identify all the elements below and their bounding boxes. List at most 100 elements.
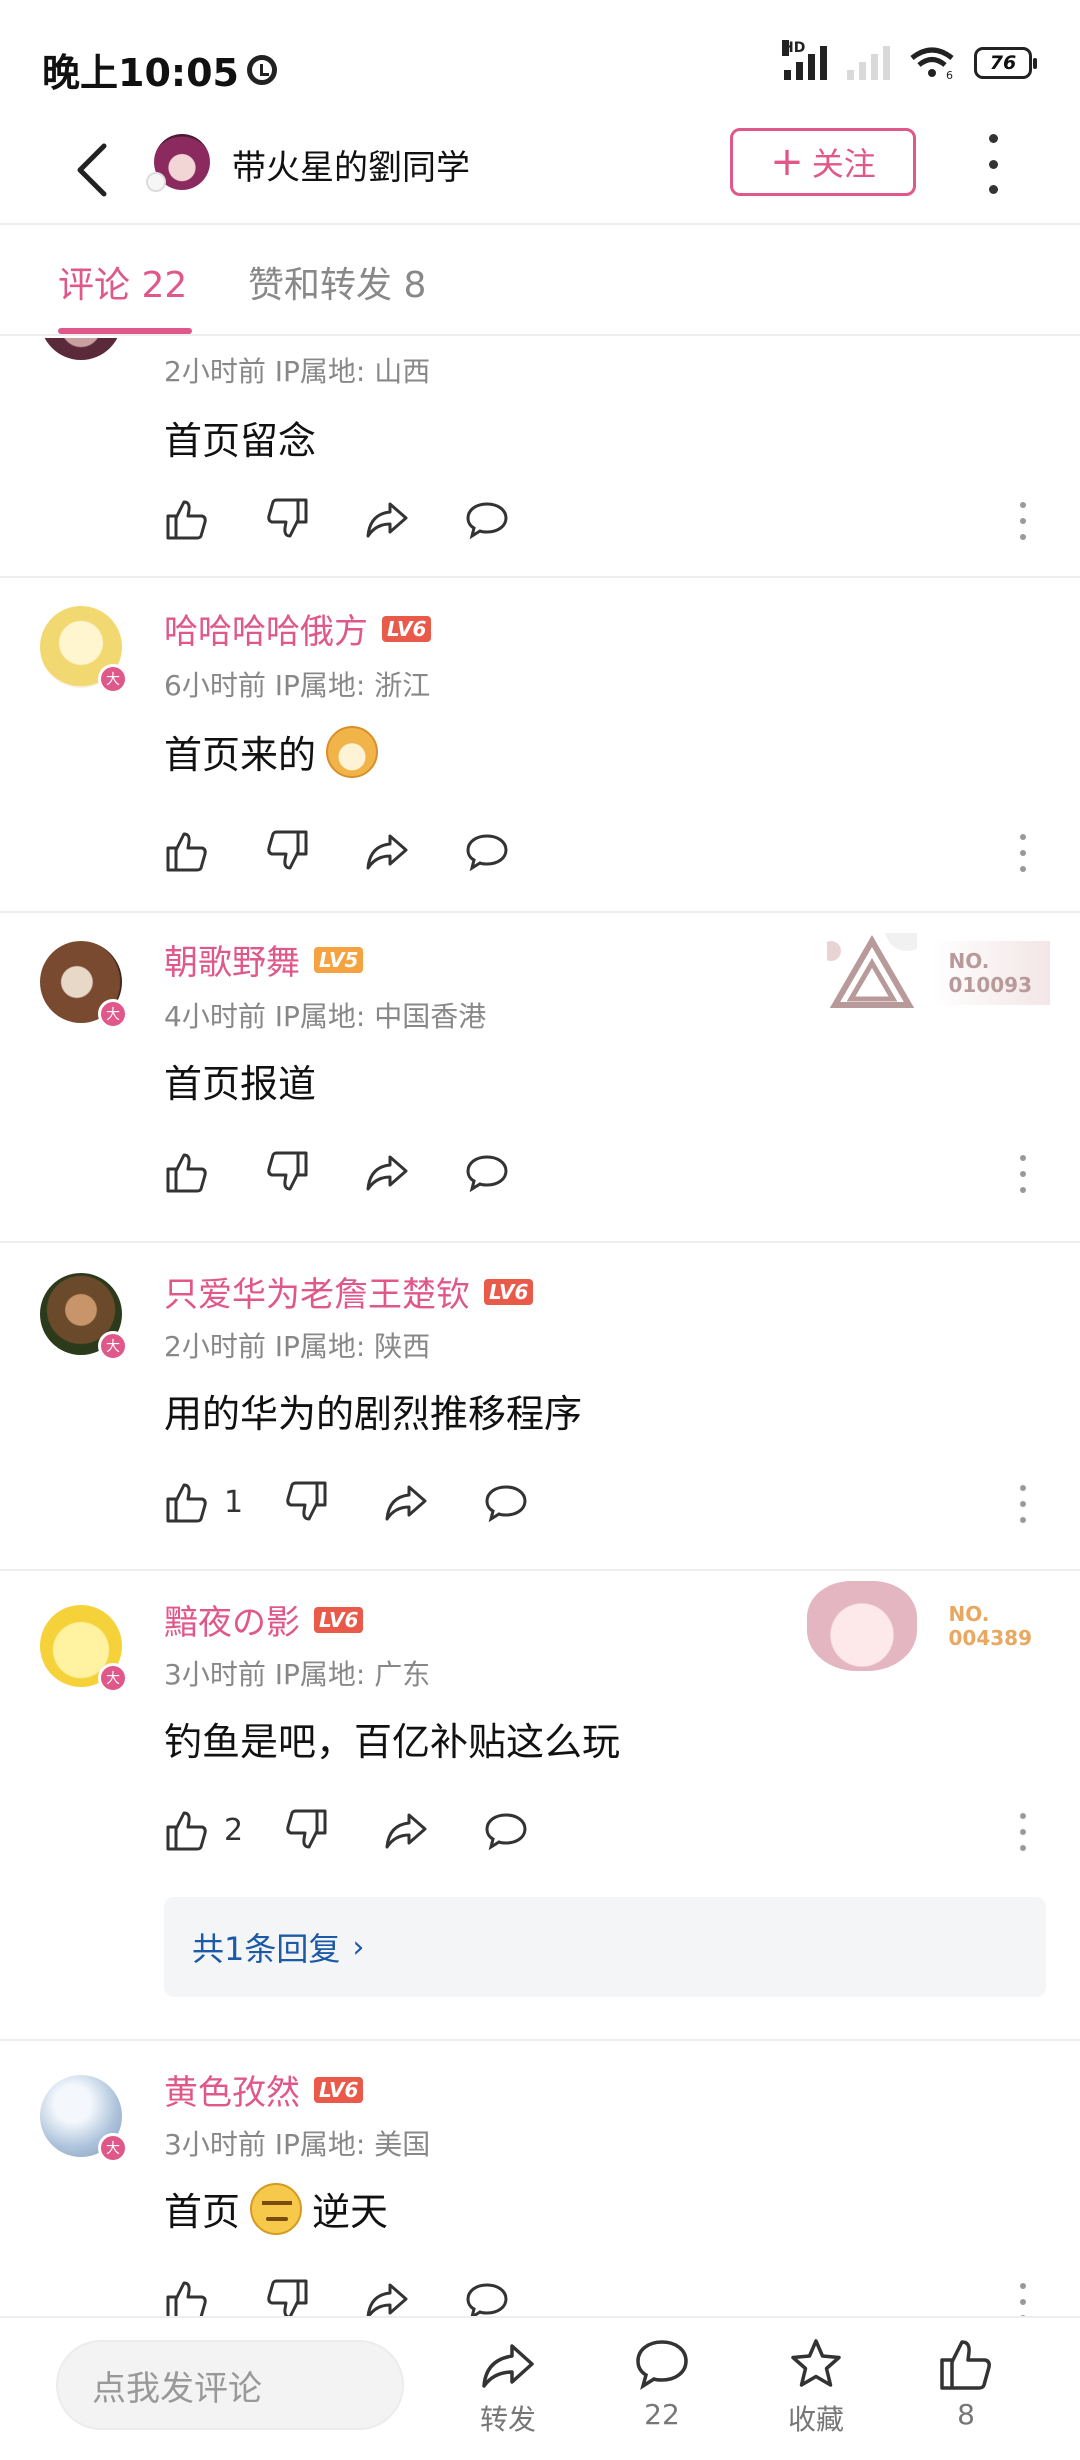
tab-likes-reposts[interactable]: 赞和转发 8 [248,256,426,308]
comment-meta: 2小时前 IP属地: 陕西 [164,1330,431,1363]
avatar-badge: 大 [98,1663,128,1693]
reply-icon[interactable] [483,1479,529,1525]
thumbs-down-icon[interactable] [264,828,310,874]
active-tab-indicator [58,328,192,334]
comment-more-icon[interactable] [1018,1485,1028,1523]
cell-signal-2-icon [847,46,890,80]
thumbs-down-icon[interactable] [283,1807,329,1853]
share-icon[interactable] [364,496,410,542]
view-replies-button[interactable]: 共1条回复 › [164,1897,1046,1997]
bottom-action-bar: 点我发评论 转发 22 收藏 8 [0,2316,1080,2460]
comment-button[interactable]: 22 [602,2334,722,2431]
avatar[interactable]: 大 [40,606,128,694]
level-badge: LV6 [314,2076,364,2103]
comment-more-icon[interactable] [1018,2283,1028,2316]
thumbs-up-icon[interactable] [164,1479,210,1525]
share-icon[interactable] [364,2277,410,2316]
triangle-logo-icon [826,933,917,1008]
thumbs-up-icon[interactable] [164,828,210,874]
battery-icon: 76 [974,47,1037,79]
comment-meta: 4小时前 IP属地: 中国香港 [164,1000,487,1033]
status-time: 晚上10:05 [42,42,277,97]
comment-author[interactable]: 只爱华为老詹王楚钦 LV6 [164,1267,534,1316]
fan-no-value: 004389 [948,1626,1033,1650]
share-icon[interactable] [364,1149,410,1195]
avatar[interactable]: 大 [40,2075,128,2163]
like-count: 8 [957,2398,975,2431]
author-avatar[interactable] [146,134,210,192]
reply-icon[interactable] [464,2277,510,2316]
thumbs-up-icon[interactable] [164,1807,210,1853]
anime-cat-girl-image [806,1581,917,1671]
comment-more-icon[interactable] [1018,1813,1028,1851]
status-icons: HD 6 76 [782,40,1037,80]
comment-text-body: 首页来的 [164,733,317,777]
comment-actions: 2 [164,1807,583,1853]
reply-icon[interactable] [483,1807,529,1853]
avatar[interactable]: 大 [40,941,128,1029]
comment-item: 大 黯夜の影 LV6 NO. 004389 3小时前 IP属地: 广东 钓鱼是吧… [0,1571,1080,2041]
alarm-icon [246,54,277,85]
avatar-badge: 大 [98,2133,128,2163]
thumbs-up-icon[interactable] [164,2277,210,2316]
comment-more-icon[interactable] [1018,502,1028,540]
author-name[interactable]: 带火星的劉同学 [232,140,470,189]
comment-text-before: 首页 [164,2190,241,2234]
comment-more-icon[interactable] [1018,834,1028,872]
author-name: 黄色孜然 [164,2073,300,2113]
comment-more-icon[interactable] [1018,1155,1028,1193]
comment-author[interactable]: 黄色孜然 LV6 [164,2065,364,2114]
repost-button[interactable]: 转发 [448,2334,568,2438]
comment-count: 22 [644,2398,680,2431]
more-options-icon[interactable] [986,134,1000,194]
thumbs-up-icon[interactable] [164,496,210,542]
like-count: 2 [224,1812,244,1848]
thumbs-up-icon [906,2334,1026,2394]
back-arrow-icon[interactable] [66,140,126,200]
comment-text: 首页 逆天 [164,2181,388,2236]
comment-text: 用的华为的剧烈推移程序 [164,1392,583,1436]
comment-item: 大 只爱华为老詹王楚钦 LV6 2小时前 IP属地: 陕西 用的华为的剧烈推移程… [0,1243,1080,1571]
comment-item: 大 哈哈哈哈俄方 LV6 6小时前 IP属地: 浙江 首页来的 [0,578,1080,913]
comment-author[interactable]: 黯夜の影 LV6 [164,1595,364,1644]
follow-button[interactable]: + 关注 [730,128,916,196]
share-icon[interactable] [383,1479,429,1525]
thumbs-down-icon[interactable] [264,496,310,542]
comment-meta: 2小时前 IP属地: 山西 [164,355,431,388]
fan-no-label: NO. [948,1602,990,1626]
reply-icon[interactable] [464,1149,510,1195]
reply-icon[interactable] [464,496,510,542]
favorite-button[interactable]: 收藏 [756,2334,876,2438]
comment-meta: 3小时前 IP属地: 美国 [164,2128,431,2161]
share-icon[interactable] [364,828,410,874]
fan-no-label: NO. [948,949,990,973]
grumpy-emoji-icon [250,2182,303,2235]
reply-icon[interactable] [464,828,510,874]
avatar[interactable] [40,338,122,360]
comment-actions: 1 [164,1479,583,1525]
favorite-label: 收藏 [787,2403,844,2436]
comment-input-placeholder: 点我发评论 [92,2368,262,2409]
author-name: 黯夜の影 [164,1603,300,1643]
comment-item: 2小时前 IP属地: 山西 首页留念 [0,338,1080,578]
star-icon [756,2334,876,2394]
thumbs-down-icon[interactable] [264,1149,310,1195]
cell-signal-icon: HD [782,40,827,80]
comment-author[interactable]: 朝歌野舞 LV5 [164,935,364,984]
fan-number-card: NO. 010093 [930,941,1050,1005]
hd-label: HD [782,40,806,56]
avatar[interactable]: 大 [40,1605,128,1693]
tab-comments[interactable]: 评论 22 [58,256,187,308]
like-count: 1 [224,1484,244,1520]
thumbs-down-icon[interactable] [283,1479,329,1525]
thumbs-up-icon[interactable] [164,1149,210,1195]
plus-icon: + [770,139,804,185]
like-button[interactable]: 8 [906,2334,1026,2431]
comment-actions [164,496,564,542]
avatar[interactable]: 大 [40,1273,128,1361]
comment-list[interactable]: 2小时前 IP属地: 山西 首页留念 大 哈哈哈哈俄方 LV6 6小时前 IP属… [0,338,1080,2316]
comment-author[interactable]: 哈哈哈哈俄方 LV6 [164,604,432,653]
comment-input[interactable]: 点我发评论 [56,2340,404,2430]
share-icon[interactable] [383,1807,429,1853]
thumbs-down-icon[interactable] [264,2277,310,2316]
